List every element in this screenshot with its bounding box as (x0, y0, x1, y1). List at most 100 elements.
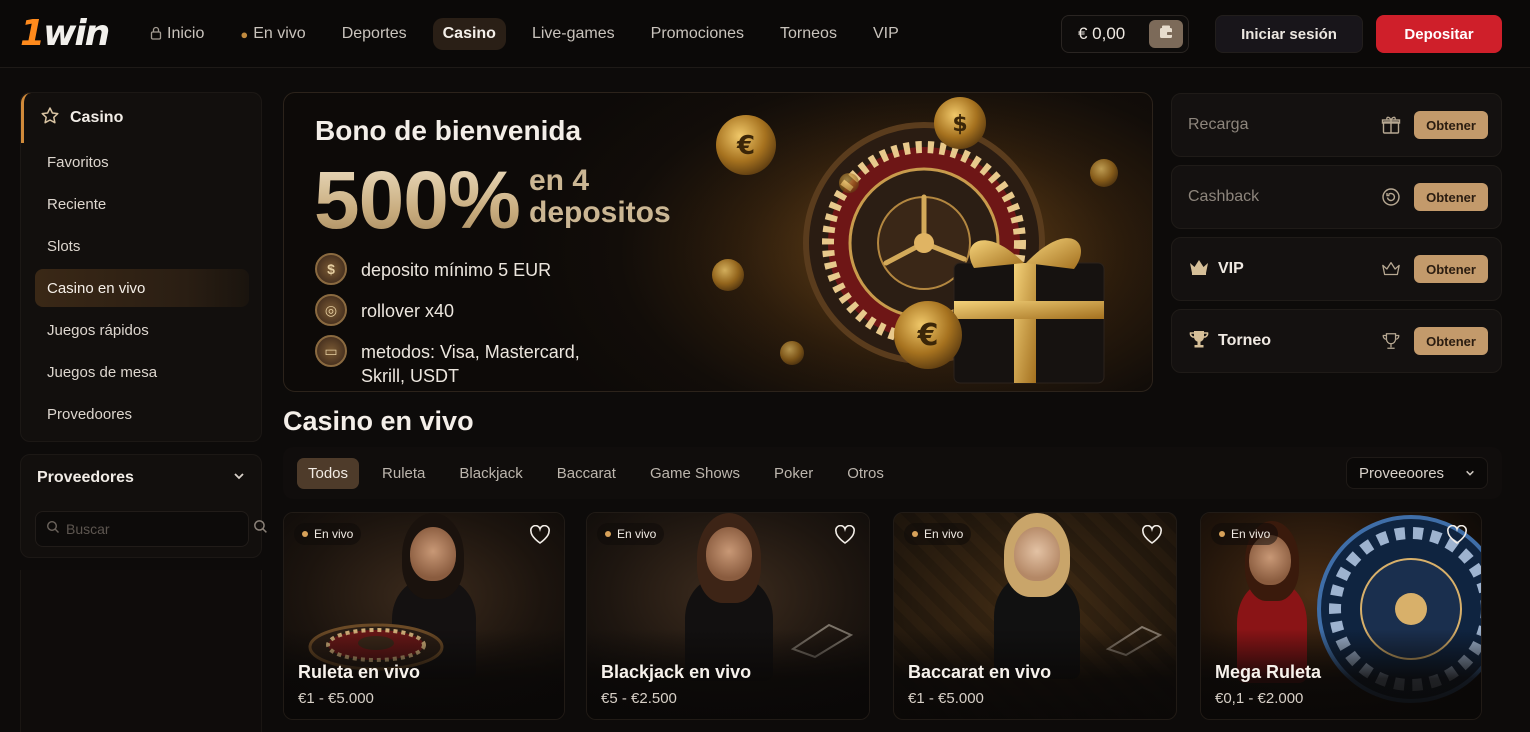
game-title: Blackjack en vivo (601, 662, 752, 682)
nav-label: Casino (442, 25, 496, 42)
nav-vip[interactable]: VIP (863, 18, 909, 50)
hero-row-rollover: ◎ rollover x40 (315, 294, 454, 326)
tab-otros[interactable]: Otros (836, 458, 895, 489)
obtener-button[interactable]: Obtener (1414, 111, 1488, 139)
wallet-button[interactable] (1149, 20, 1183, 48)
sidebar-item-slots[interactable]: Slots (35, 227, 249, 265)
obtener-button[interactable]: Obtener (1414, 183, 1488, 211)
trophy-icon (1380, 330, 1402, 352)
heart-icon[interactable] (1140, 523, 1164, 547)
tab-game-shows[interactable]: Game Shows (639, 458, 751, 489)
nav-torneos[interactable]: Torneos (770, 18, 847, 50)
login-button[interactable]: Iniciar sesión (1215, 15, 1363, 53)
game-bet-range: €1 - €5.000 (908, 690, 984, 707)
sidebar-item-proveedores[interactable]: Provedoores (35, 395, 249, 433)
nav-label: Promociones (650, 25, 745, 42)
nav-en-vivo[interactable]: ● En vivo (230, 18, 315, 50)
heart-icon[interactable] (1445, 523, 1469, 547)
tab-poker[interactable]: Poker (763, 458, 824, 489)
trophy-icon (1188, 329, 1210, 354)
nav-label: VIP (872, 25, 899, 42)
casino-sidebar: Casino Favoritos Reciente Slots Casino e… (20, 92, 262, 442)
game-card-ruleta-en-vivo[interactable]: En vivo Ruleta en vivo €1 - €5.000 (283, 512, 565, 720)
providers-search (35, 511, 267, 547)
chevron-down-icon[interactable] (233, 469, 245, 485)
top-navigation-bar: 1win Inicio ● En vivo Deportes Casino Li… (0, 0, 1530, 68)
nav-deportes[interactable]: Deportes (332, 18, 417, 50)
hero-row-min-deposit: $ deposito mínimo 5 EUR (315, 253, 551, 285)
sidebar-title: Casino (70, 109, 124, 126)
main-nav: Inicio ● En vivo Deportes Casino Live-ga… (140, 16, 925, 52)
game-card-blackjack-en-vivo[interactable]: En vivo Blackjack en vivo €5 - €2.500 (586, 512, 870, 720)
deposit-button[interactable]: Depositar (1376, 15, 1502, 53)
nav-casino[interactable]: Casino (432, 18, 506, 50)
sidebar-item-reciente[interactable]: Reciente (35, 185, 249, 223)
promo-recarga[interactable]: Recarga Obtener (1171, 93, 1502, 157)
svg-text:€: € (917, 318, 939, 353)
sidebar-item-juegos-rapidos[interactable]: Juegos rápidos (35, 311, 249, 349)
game-bet-range: €0,1 - €2.000 (1215, 690, 1304, 707)
promo-label: Recarga (1188, 116, 1249, 133)
crown-icon (1380, 258, 1402, 280)
live-dot (1219, 531, 1225, 537)
star-icon (40, 106, 60, 131)
card-icon: ▭ (315, 335, 347, 367)
live-icon: ● (240, 26, 249, 42)
providers-panel: Proveedores (20, 454, 267, 558)
svg-text:$: $ (952, 112, 967, 137)
sidebar-item-juegos-de-mesa[interactable]: Juegos de mesa (35, 353, 249, 391)
heart-icon[interactable] (833, 523, 857, 547)
cashback-icon (1380, 186, 1402, 208)
section-title: Casino en vivo (283, 406, 474, 436)
sidebar-header[interactable]: Casino (21, 93, 261, 143)
wallet-icon (1158, 24, 1174, 45)
providers-search-input[interactable] (66, 521, 247, 537)
nav-inicio[interactable]: Inicio (140, 18, 214, 50)
svg-text:€: € (736, 131, 755, 161)
promo-vip[interactable]: VIP Obtener (1171, 237, 1502, 301)
hero-percentage: 500% (314, 151, 521, 251)
tab-blackjack[interactable]: Blackjack (448, 458, 533, 489)
tab-ruleta[interactable]: Ruleta (371, 458, 436, 489)
game-card-mega-ruleta[interactable]: En vivo Mega Ruleta €0,1 - €2.000 (1200, 512, 1482, 720)
live-badge: En vivo (1211, 523, 1279, 545)
live-dot (912, 531, 918, 537)
nav-label: Live-games (531, 25, 615, 42)
nav-label: Deportes (341, 25, 407, 42)
hero-subtitle: en 4 depositos (529, 165, 671, 229)
nav-live-games[interactable]: Live-games (522, 18, 625, 50)
game-bet-range: €5 - €2.500 (601, 690, 677, 707)
live-badge-text: En vivo (1231, 527, 1271, 541)
category-filter-bar: Todos Ruleta Blackjack Baccarat Game Sho… (283, 447, 1502, 499)
hero-row-text: rollover x40 (361, 301, 455, 321)
welcome-bonus-banner[interactable]: € $ € Bono de bienvenida 500% en 4 depos… (283, 92, 1153, 392)
balance-display[interactable]: € 0,00 (1061, 15, 1189, 53)
game-bet-range: €1 - €5.000 (298, 690, 374, 707)
hero-row-text: metodos: Visa, Mastercard, Skrill, USDT (361, 335, 580, 388)
tab-todos[interactable]: Todos (297, 457, 360, 489)
roulette-gift-illustration: € $ € (674, 93, 1152, 391)
sidebar-item-favoritos[interactable]: Favoritos (35, 143, 249, 181)
sidebar-filler (20, 570, 262, 732)
promo-torneo[interactable]: Torneo Obtener (1171, 309, 1502, 373)
game-title: Mega Ruleta (1215, 662, 1322, 682)
promo-cashback[interactable]: Cashback Obtener (1171, 165, 1502, 229)
promo-label: Cashback (1188, 188, 1260, 205)
live-dot (605, 531, 611, 537)
game-card-baccarat-en-vivo[interactable]: En vivo Baccarat en vivo €1 - €5.000 (893, 512, 1177, 720)
obtener-button[interactable]: Obtener (1414, 327, 1488, 355)
sidebar-item-casino-en-vivo[interactable]: Casino en vivo (35, 269, 249, 307)
hero-methods-line1: metodos: Visa, Mastercard, (361, 342, 580, 362)
hero-subtitle-line1: en 4 (529, 164, 590, 197)
obtener-button[interactable]: Obtener (1414, 255, 1488, 283)
live-badge-text: En vivo (314, 527, 354, 541)
live-badge: En vivo (294, 523, 362, 545)
nav-promociones[interactable]: Promociones (641, 18, 754, 50)
provider-select[interactable]: Proveeoores (1346, 457, 1488, 489)
heart-icon[interactable] (528, 523, 552, 547)
brand-logo[interactable]: 1win (20, 12, 110, 56)
hero-methods-line2: Skrill, USDT (361, 366, 459, 386)
game-title: Ruleta en vivo (298, 662, 421, 682)
search-icon[interactable] (253, 519, 268, 539)
tab-baccarat[interactable]: Baccarat (546, 458, 627, 489)
